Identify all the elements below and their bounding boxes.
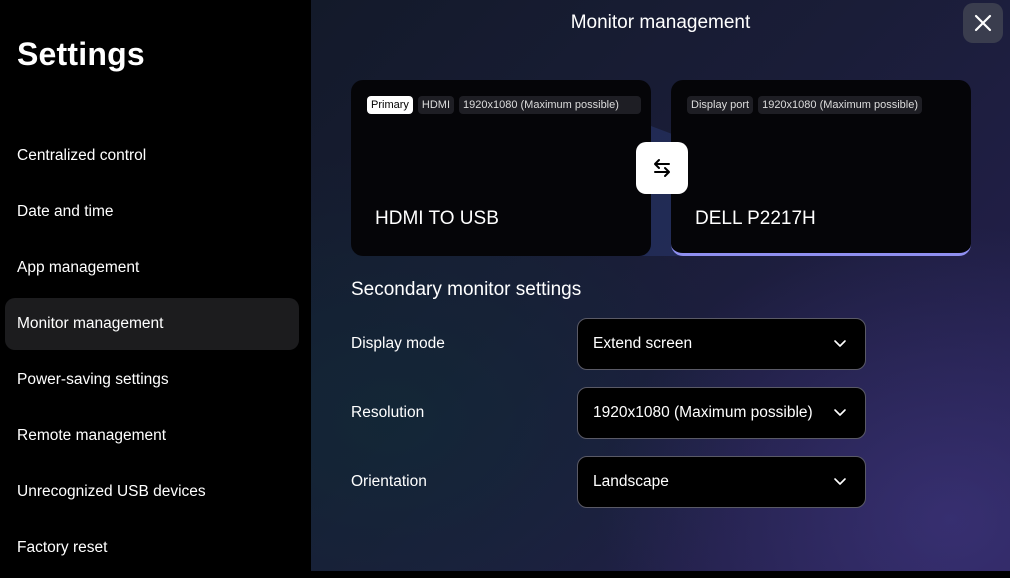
section-title: Secondary monitor settings [351,279,582,300]
resolution-label: Resolution [351,404,425,421]
orientation-select[interactable]: Landscape [577,456,866,508]
sidebar-item-centralized-control[interactable]: Centralized control [5,130,299,182]
resolution-badge: 1920x1080 (Maximum possible) [459,96,641,114]
close-button[interactable] [963,3,1003,43]
display-mode-value: Extend screen [593,335,693,352]
sidebar-item-monitor-management[interactable]: Monitor management [5,298,299,350]
sidebar: Settings Centralized control Date and ti… [0,0,311,571]
primary-badge: Primary [367,96,413,114]
sidebar-item-date-and-time[interactable]: Date and time [5,186,299,238]
monitor-name: DELL P2217H [695,208,816,229]
monitor-card-secondary[interactable]: Display port 1920x1080 (Maximum possible… [671,80,971,256]
resolution-badge: 1920x1080 (Maximum possible) [758,96,922,114]
monitor-name: HDMI TO USB [375,208,499,229]
chevron-down-icon [834,340,846,347]
page-title: Monitor management [570,12,751,33]
port-badge: HDMI [417,96,454,114]
chevron-down-icon [834,478,846,485]
sidebar-item-remote-management[interactable]: Remote management [5,410,299,462]
close-icon [974,14,992,32]
chevron-down-icon [834,409,846,416]
orientation-label: Orientation [351,473,427,490]
resolution-select[interactable]: 1920x1080 (Maximum possible) [577,387,866,439]
sidebar-item-power-saving-settings[interactable]: Power-saving settings [5,354,299,406]
display-mode-select[interactable]: Extend screen [577,318,866,370]
swap-monitors-button[interactable] [636,142,688,194]
monitor-badges: Primary HDMI 1920x1080 (Maximum possible… [367,96,641,114]
sidebar-item-unrecognized-usb-devices[interactable]: Unrecognized USB devices [5,466,299,518]
port-badge: Display port [687,96,754,114]
sidebar-item-factory-reset[interactable]: Factory reset [5,522,299,574]
main-panel: Monitor management Primary HDMI 1920x108… [311,0,1010,571]
sidebar-title: Settings [17,36,145,72]
resolution-value: 1920x1080 (Maximum possible) [593,404,813,421]
display-mode-label: Display mode [351,335,445,352]
swap-arrows-icon [654,159,670,177]
sidebar-nav: Centralized control Date and time App ma… [5,130,299,578]
monitor-badges: Display port 1920x1080 (Maximum possible… [687,96,922,114]
orientation-value: Landscape [593,473,669,490]
monitor-card-primary[interactable]: Primary HDMI 1920x1080 (Maximum possible… [351,80,651,256]
sidebar-item-app-management[interactable]: App management [5,242,299,294]
